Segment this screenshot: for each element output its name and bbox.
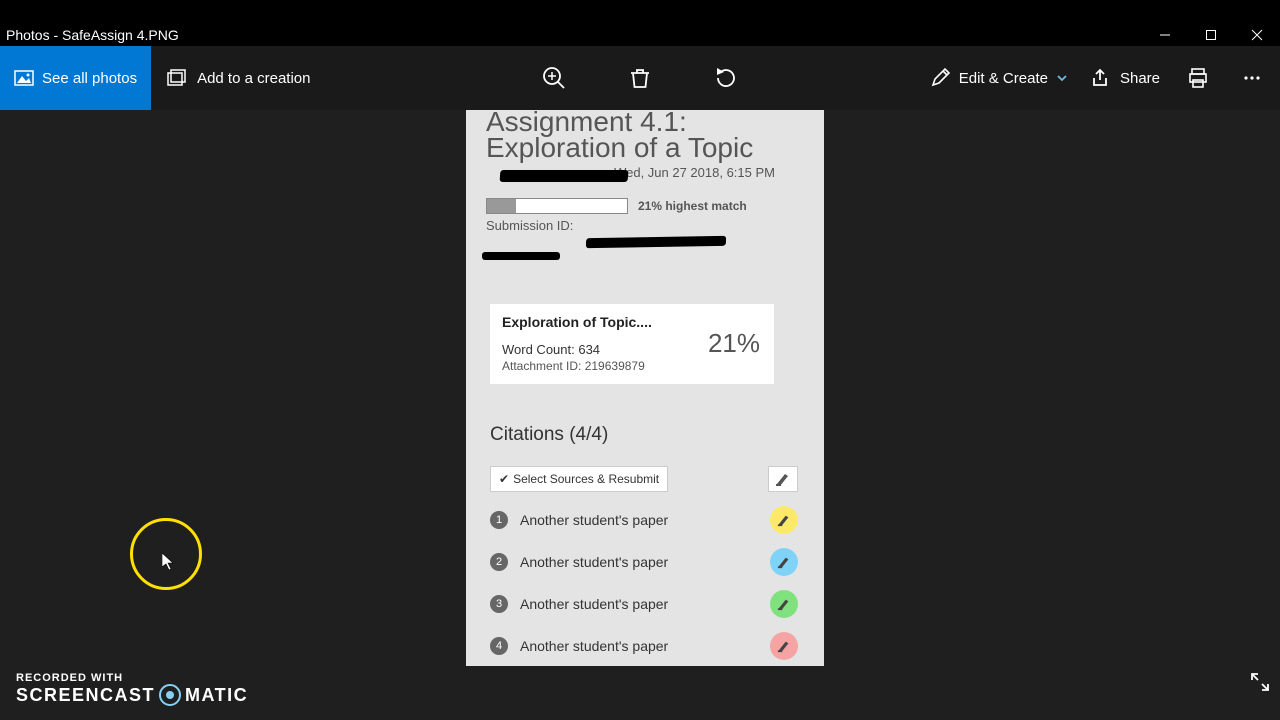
share-button[interactable]: Share xyxy=(1090,67,1160,89)
add-to-creation-label: Add to a creation xyxy=(197,70,310,87)
more-icon xyxy=(1242,68,1262,88)
titlebar: Photos - SafeAssign 4.PNG xyxy=(0,24,1280,46)
attachment-id: Attachment ID: 219639879 xyxy=(502,359,762,373)
minimize-button[interactable] xyxy=(1142,24,1188,46)
citation-label: Another student's paper xyxy=(520,554,668,570)
redaction-mark xyxy=(482,252,560,260)
edit-create-button[interactable]: Edit & Create xyxy=(929,67,1068,89)
record-dot-icon xyxy=(159,684,181,706)
displayed-image: Assignment 4.1: Exploration of a Topic o… xyxy=(466,110,824,666)
highlight-toggle[interactable] xyxy=(770,590,798,618)
citation-number: 4 xyxy=(490,637,508,655)
print-button[interactable] xyxy=(1182,62,1214,94)
citation-label: Another student's paper xyxy=(520,596,668,612)
highlighter-icon xyxy=(776,555,792,569)
citation-number: 1 xyxy=(490,511,508,529)
citations-section: Citations (4/4) ✔ Select Sources & Resub… xyxy=(490,410,798,660)
select-sources-label: Select Sources & Resubmit xyxy=(513,472,659,486)
mouse-cursor xyxy=(162,553,176,571)
redaction-mark xyxy=(586,236,726,248)
trash-icon xyxy=(628,66,652,90)
edit-icon xyxy=(929,67,951,89)
close-button[interactable] xyxy=(1234,24,1280,46)
rotate-icon xyxy=(713,65,739,91)
window-title: Photos - SafeAssign 4.PNG xyxy=(6,27,179,43)
image-viewer[interactable]: Assignment 4.1: Exploration of a Topic o… xyxy=(0,110,1280,720)
citation-number: 2 xyxy=(490,553,508,571)
watermark: RECORDED WITH SCREENCAST MATIC xyxy=(16,672,248,706)
citation-item[interactable]: 4 Another student's paper xyxy=(490,632,798,660)
zoom-button[interactable] xyxy=(538,62,570,94)
highlighter-icon xyxy=(776,639,792,653)
citation-item[interactable]: 2 Another student's paper xyxy=(490,548,798,576)
creation-icon xyxy=(165,67,187,89)
highlighter-icon xyxy=(776,513,792,527)
toolbar-center xyxy=(538,62,742,94)
check-icon: ✔ xyxy=(499,472,509,486)
rotate-button[interactable] xyxy=(710,62,742,94)
toolbar-right: Edit & Create Share xyxy=(929,62,1268,94)
share-icon xyxy=(1090,67,1112,89)
edit-create-label: Edit & Create xyxy=(959,70,1048,87)
select-sources-button[interactable]: ✔ Select Sources & Resubmit xyxy=(490,466,668,492)
highlighter-icon xyxy=(774,471,792,487)
match-percent: 21% xyxy=(708,328,760,359)
redaction-mark xyxy=(500,170,629,182)
highlighter-icon xyxy=(776,597,792,611)
citation-item[interactable]: 1 Another student's paper xyxy=(490,506,798,534)
submission-id-label: Submission ID: xyxy=(486,218,814,233)
citation-label: Another student's paper xyxy=(520,512,668,528)
fullscreen-button[interactable] xyxy=(1250,672,1270,692)
citation-number: 3 xyxy=(490,595,508,613)
highest-match-label: 21% highest match xyxy=(638,199,747,213)
cursor-highlight-ring xyxy=(130,518,202,590)
see-all-photos-label: See all photos xyxy=(42,70,137,87)
highlight-toggle[interactable] xyxy=(770,506,798,534)
chevron-down-icon xyxy=(1056,72,1068,84)
photo-icon xyxy=(14,68,34,88)
highlight-toggle[interactable] xyxy=(770,548,798,576)
match-progress-bar xyxy=(486,198,628,214)
zoom-in-icon xyxy=(541,65,567,91)
assignment-title-2: Exploration of a Topic xyxy=(486,133,814,162)
window-controls xyxy=(1142,24,1280,46)
watermark-line2a: SCREENCAST xyxy=(16,685,155,706)
citation-item[interactable]: 3 Another student's paper xyxy=(490,590,798,618)
more-button[interactable] xyxy=(1236,62,1268,94)
attachment-box: Exploration of Topic.... Word Count: 634… xyxy=(490,304,774,384)
fullscreen-icon xyxy=(1250,672,1270,692)
see-all-photos-button[interactable]: See all photos xyxy=(0,46,151,110)
citation-label: Another student's paper xyxy=(520,638,668,654)
share-label: Share xyxy=(1120,70,1160,87)
highlight-toggle[interactable] xyxy=(770,632,798,660)
delete-button[interactable] xyxy=(624,62,656,94)
citations-header: Citations (4/4) xyxy=(490,424,798,446)
watermark-line2b: MATIC xyxy=(185,685,248,706)
toolbar: See all photos Add to a creation xyxy=(0,46,1280,110)
watermark-line1: RECORDED WITH xyxy=(16,672,248,684)
maximize-button[interactable] xyxy=(1188,24,1234,46)
add-to-creation-button[interactable]: Add to a creation xyxy=(151,46,324,110)
highlight-toggle-all[interactable] xyxy=(768,466,798,492)
print-icon xyxy=(1186,66,1210,90)
